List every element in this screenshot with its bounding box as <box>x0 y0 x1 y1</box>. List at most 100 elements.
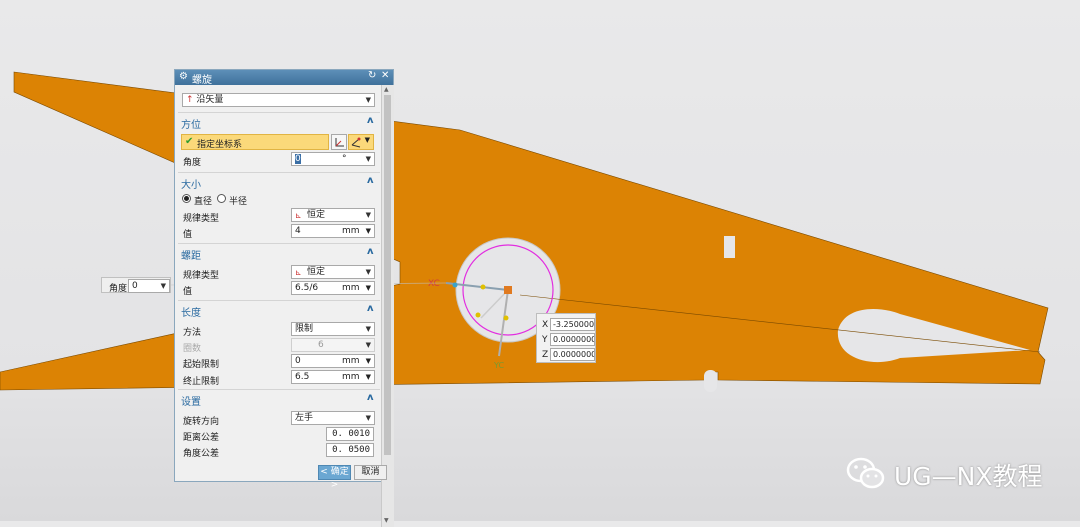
dialog-titlebar[interactable]: ⚙ 螺旋 ↻ ✕ <box>175 70 393 86</box>
csys-dialog-button[interactable] <box>331 134 347 150</box>
specify-csys-row[interactable]: ✔ 指定坐标系 <box>181 134 329 150</box>
radio-radius[interactable] <box>217 194 226 203</box>
origin-handle[interactable] <box>504 286 512 294</box>
radio-diameter[interactable] <box>182 194 191 203</box>
chevron-up-icon[interactable]: ʌ <box>367 303 374 314</box>
floating-angle-label: 角度 <box>109 284 128 294</box>
handle-point[interactable] <box>452 282 458 288</box>
radio-radius-label: 半径 <box>229 197 248 207</box>
coord-y-label: Y <box>542 335 548 345</box>
angle-input[interactable]: 0 ° ▼ <box>291 152 375 166</box>
cancel-button[interactable]: 取消 <box>354 465 387 480</box>
csys-inferred-icon <box>351 137 361 148</box>
end-limit-unit: mm <box>342 372 360 382</box>
pitch-law-type-select[interactable]: 恒定 ⊾ ▼ <box>291 265 375 279</box>
pitch-value-label: 值 <box>183 287 193 297</box>
size-law-type-select[interactable]: 恒定 ⊾ ▼ <box>291 208 375 222</box>
chevron-down-icon: ▼ <box>365 341 371 349</box>
section-size-header[interactable]: 大小 <box>181 176 201 191</box>
handle-point[interactable] <box>475 312 481 318</box>
gear-icon: ⚙ <box>179 71 188 82</box>
chevron-down-icon: ▼ <box>364 136 370 144</box>
pitch-law-type-label: 规律类型 <box>183 271 220 281</box>
end-limit-value: 6.5 <box>295 372 310 382</box>
coord-x-input[interactable]: -3.250000 <box>550 318 595 331</box>
chevron-up-icon[interactable]: ʌ <box>367 392 374 403</box>
graphics-viewport[interactable]: XC YC <box>0 0 1080 521</box>
csys-inferred-dropdown[interactable]: ▼ <box>348 134 374 150</box>
section-length-header[interactable]: 长度 <box>181 304 201 319</box>
divider <box>178 112 380 113</box>
xc-label: XC <box>428 279 440 289</box>
pitch-value-input[interactable]: 6.5/6 mm ▼ <box>291 281 375 295</box>
direction-label: 旋转方向 <box>183 417 220 427</box>
start-limit-input[interactable]: 0 mm ▼ <box>291 354 375 368</box>
close-icon[interactable]: ✕ <box>381 70 389 81</box>
method-select[interactable]: 限制 ▼ <box>291 322 375 336</box>
vector-icon: ↑ <box>186 95 194 105</box>
dialog-scrollbar[interactable]: ▲ ▼ <box>381 85 394 527</box>
helix-type-select[interactable]: ↑ 沿矢量 ▼ <box>182 93 375 107</box>
notch-bottom <box>704 370 717 392</box>
chevron-down-icon: ▼ <box>365 155 371 163</box>
helix-dialog: ⚙ 螺旋 ↻ ✕ ▲ ▼ ↑ 沿矢量 ▼ 方位 ʌ ✔ 指定坐标系 ▼ 角度 0… <box>174 69 394 527</box>
chevron-down-icon: ▼ <box>160 282 166 290</box>
divider <box>178 172 380 173</box>
chevron-up-icon[interactable]: ʌ <box>367 246 374 257</box>
dialog-title: 螺旋 <box>192 75 212 86</box>
turns-label: 圈数 <box>183 344 202 354</box>
angle-unit: ° <box>342 154 347 164</box>
start-limit-value: 0 <box>295 356 301 366</box>
divider <box>178 389 380 390</box>
end-limit-input[interactable]: 6.5 mm ▼ <box>291 370 375 384</box>
divider <box>178 243 380 244</box>
csys-icon <box>335 138 344 147</box>
chevron-up-icon[interactable]: ʌ <box>367 175 374 186</box>
helix-type-value: 沿矢量 <box>196 95 224 105</box>
handle-point[interactable] <box>503 315 509 321</box>
direction-select[interactable]: 左手 ▼ <box>291 411 375 425</box>
notch-top <box>724 236 735 258</box>
reset-icon[interactable]: ↻ <box>368 70 376 81</box>
divider <box>178 300 380 301</box>
coord-z-label: Z <box>542 350 549 360</box>
ok-button[interactable]: < 确定 > <box>318 465 351 490</box>
chevron-down-icon: ▼ <box>365 284 371 292</box>
angle-tolerance-input[interactable]: 0. 0500 <box>326 443 374 457</box>
radio-diameter-label: 直径 <box>194 197 213 207</box>
coord-z-input[interactable]: 0.0000000 <box>550 348 595 361</box>
direction-value: 左手 <box>295 413 314 423</box>
wechat-icon <box>846 457 885 489</box>
check-icon: ✔ <box>185 136 194 147</box>
method-value: 限制 <box>295 324 314 334</box>
scroll-thumb[interactable] <box>384 95 391 455</box>
angle-value: 0 <box>295 154 301 164</box>
chevron-down-icon: ▼ <box>365 357 371 365</box>
chevron-down-icon: ▼ <box>365 325 371 333</box>
chevron-down-icon: ▼ <box>365 268 371 276</box>
distance-tolerance-input[interactable]: 0. 0010 <box>326 427 374 441</box>
coord-y-input[interactable]: 0.0000000 <box>550 333 595 346</box>
handle-point[interactable] <box>480 284 486 290</box>
chevron-up-icon[interactable]: ʌ <box>367 115 374 126</box>
floating-angle-value: 0 <box>132 281 138 291</box>
size-value-input[interactable]: 4 mm ▼ <box>291 224 375 238</box>
angle-label: 角度 <box>183 158 202 168</box>
distance-tolerance-label: 距离公差 <box>183 433 220 443</box>
law-type-icon: ⊾ <box>295 211 302 220</box>
size-unit: mm <box>342 226 360 236</box>
scroll-up-icon[interactable]: ▲ <box>384 86 389 93</box>
floating-angle-input[interactable]: 0 ▼ <box>128 279 170 293</box>
angle-tolerance-label: 角度公差 <box>183 449 220 459</box>
specify-csys-label: 指定坐标系 <box>197 140 243 150</box>
end-limit-label: 终止限制 <box>183 377 220 387</box>
section-pitch-header[interactable]: 螺距 <box>181 247 201 262</box>
section-settings-header[interactable]: 设置 <box>181 393 201 408</box>
watermark: UG—NX教程 <box>846 455 1046 491</box>
pitch-unit: mm <box>342 283 360 293</box>
chevron-down-icon: ▼ <box>365 96 371 104</box>
start-limit-label: 起始限制 <box>183 360 220 370</box>
size-law-type-label: 规律类型 <box>183 214 220 224</box>
chevron-down-icon: ▼ <box>365 373 371 381</box>
section-orientation-header[interactable]: 方位 <box>181 116 201 131</box>
